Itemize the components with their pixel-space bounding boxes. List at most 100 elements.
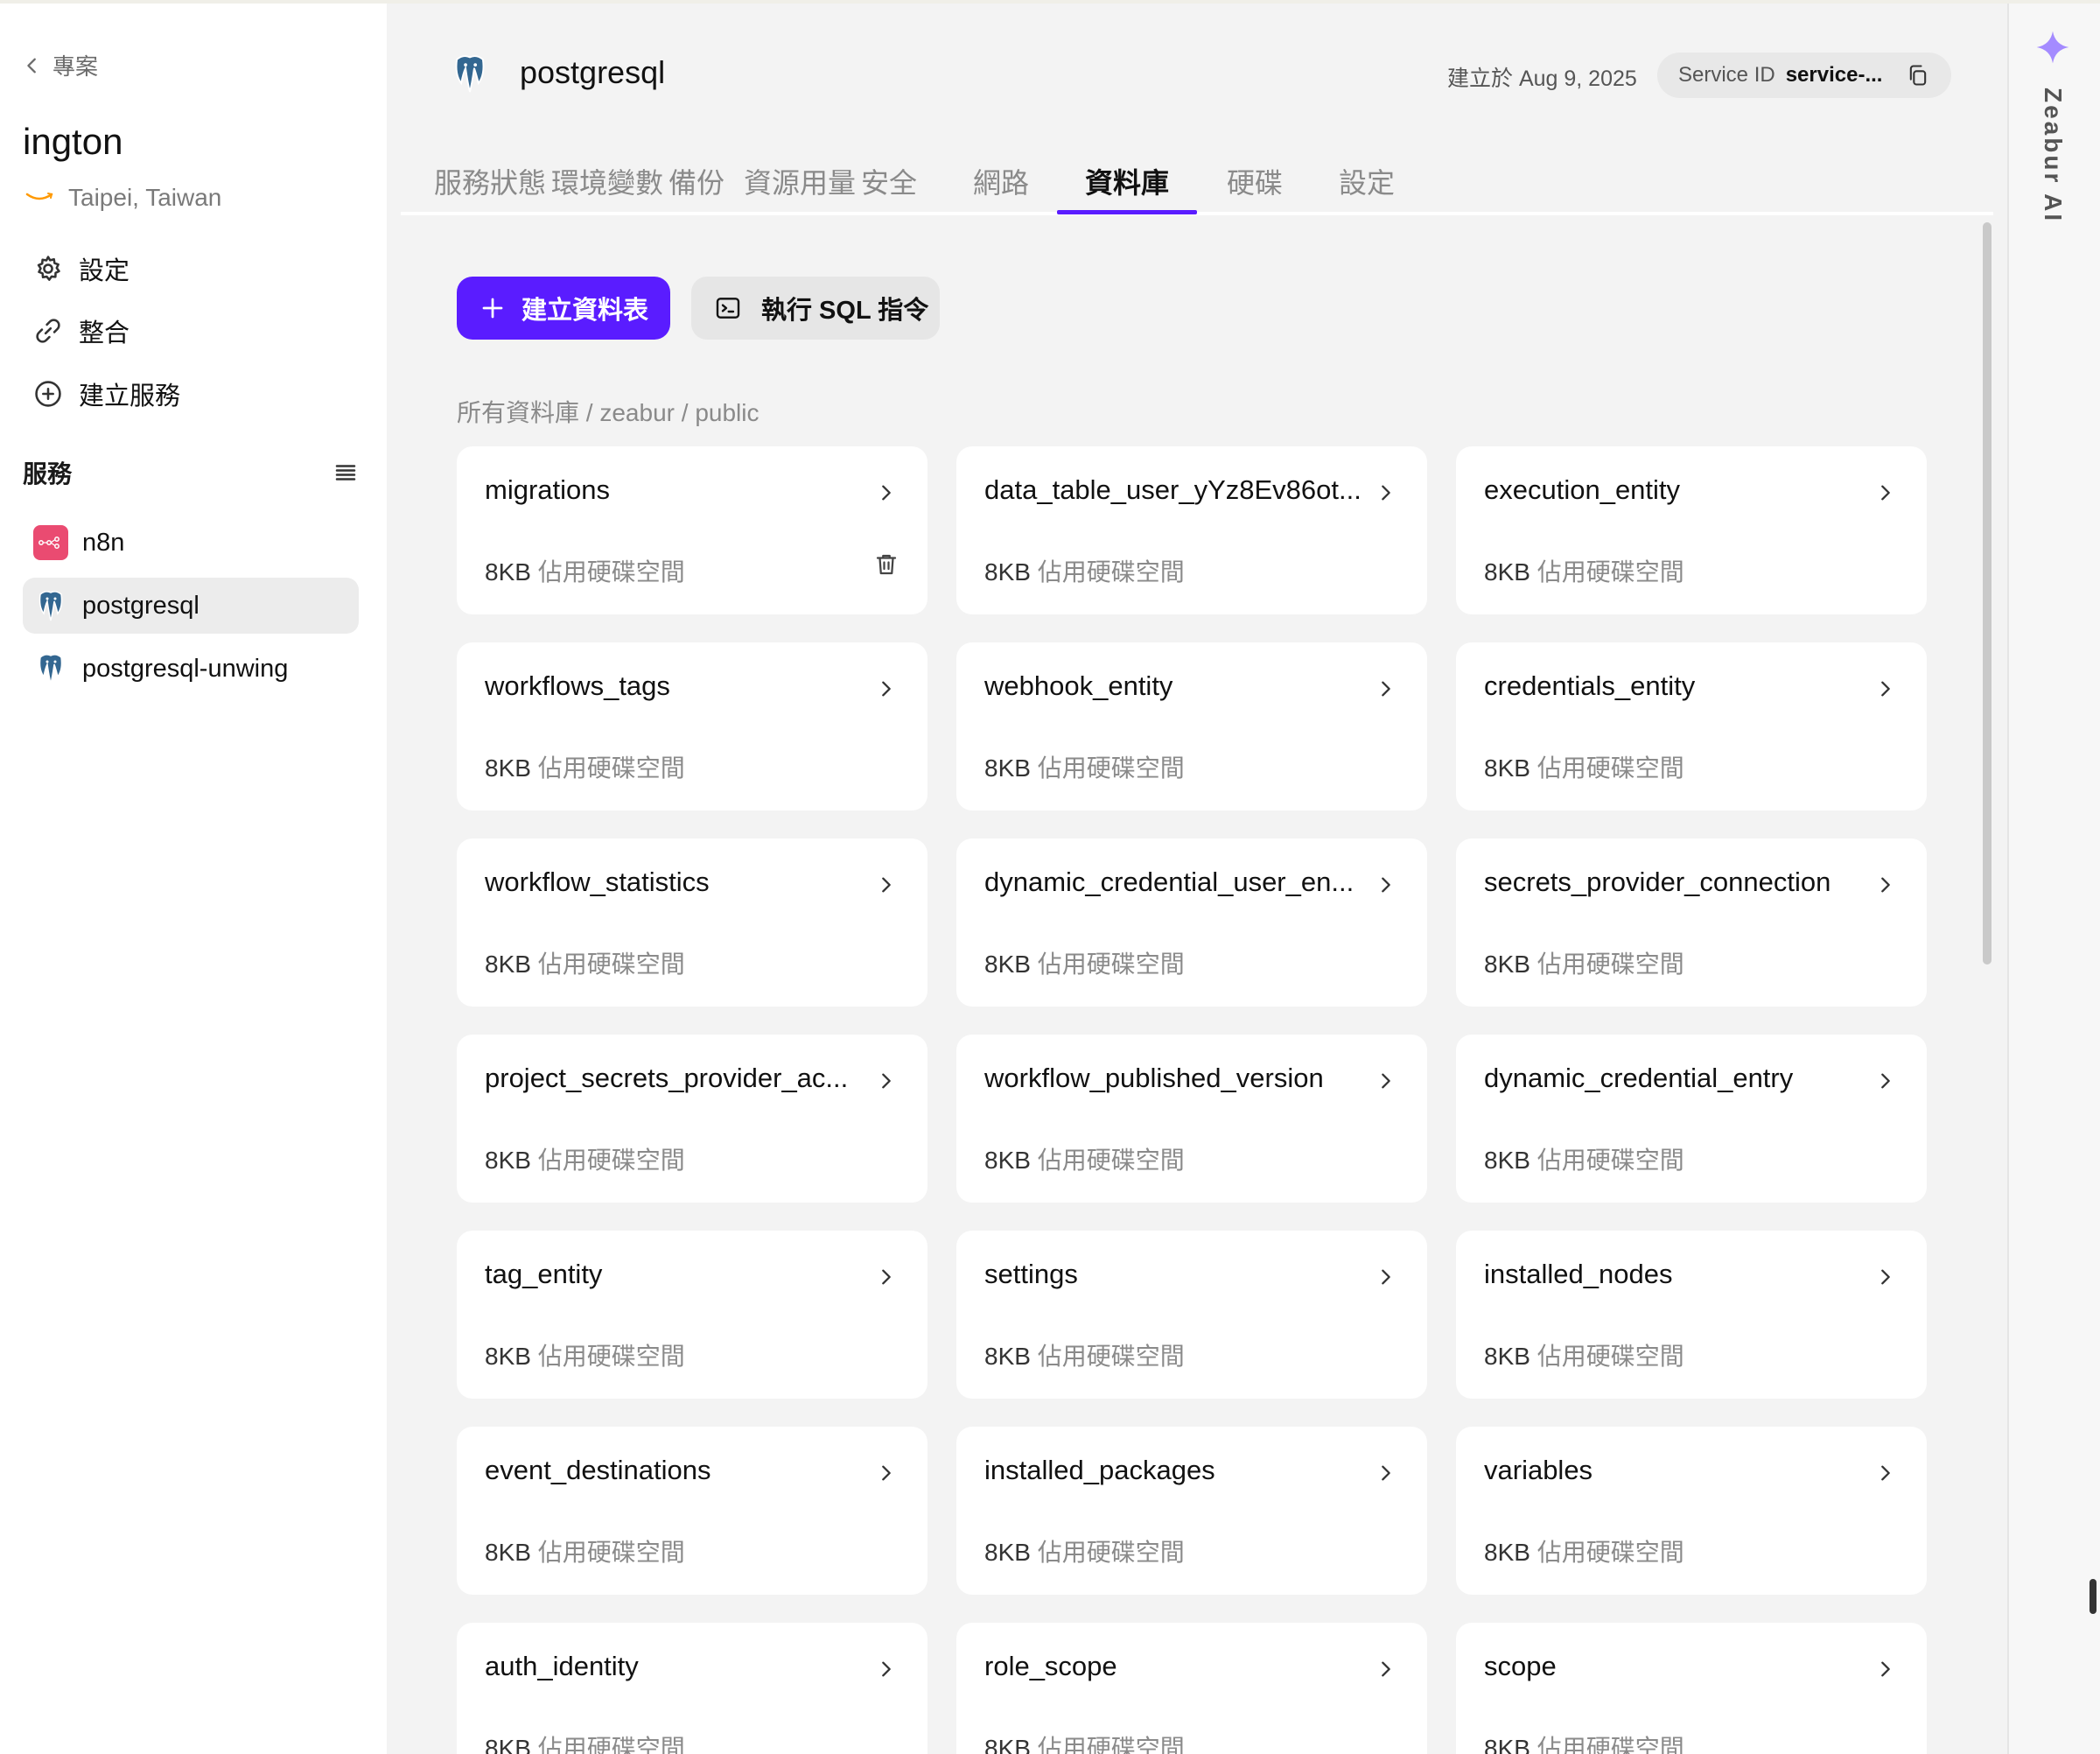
table-size-value: 8KB xyxy=(1484,1735,1530,1754)
table-name: scope xyxy=(1484,1651,1557,1681)
table-size-label: 佔用硬碟空間 xyxy=(1536,1735,1684,1754)
table-size-value: 8KB xyxy=(984,951,1031,978)
table-card[interactable]: auth_identity 8KB 佔用硬碟空間 xyxy=(457,1623,928,1754)
service-id-value: service-... xyxy=(1785,63,1883,87)
table-card[interactable]: variables 8KB 佔用硬碟空間 xyxy=(1456,1427,1927,1595)
chevron-right-icon xyxy=(1881,1073,1890,1089)
sidebar-item-label: 建立服務 xyxy=(79,382,181,410)
table-card[interactable]: credentials_entity 8KB 佔用硬碟空間 xyxy=(1456,642,1927,810)
tab-service-status[interactable]: 服務狀態 xyxy=(434,161,546,214)
table-card[interactable]: secrets_provider_connection 8KB 佔用硬碟空間 xyxy=(1456,838,1927,1007)
table-name: variables xyxy=(1484,1455,1593,1485)
table-size-value: 8KB xyxy=(984,558,1031,586)
table-size-label: 佔用硬碟空間 xyxy=(537,1147,685,1174)
table-size-label: 佔用硬碟空間 xyxy=(1536,558,1684,586)
table-card[interactable]: scope 8KB 佔用硬碟空間 xyxy=(1456,1623,1927,1754)
services-section-header: 服務 xyxy=(23,455,359,490)
table-size-label: 佔用硬碟空間 xyxy=(1536,754,1684,782)
table-name: data_table_user_yYz8Ev86ot... xyxy=(984,474,1362,505)
chevron-right-icon xyxy=(1881,681,1890,697)
table-card[interactable]: event_destinations 8KB 佔用硬碟空間 xyxy=(457,1427,928,1595)
tab-database[interactable]: 資料庫 xyxy=(1085,161,1169,214)
table-size-value: 8KB xyxy=(485,1735,531,1754)
table-disk-usage: 8KB 佔用硬碟空間 xyxy=(984,1533,1185,1568)
tab-security[interactable]: 安全 xyxy=(861,161,917,214)
table-card[interactable]: settings 8KB 佔用硬碟空間 xyxy=(956,1231,1427,1399)
sparkle-icon xyxy=(2036,31,2069,64)
table-card[interactable]: data_table_user_yYz8Ev86ot... 8KB 佔用硬碟空間 xyxy=(956,446,1427,614)
table-size-label: 佔用硬碟空間 xyxy=(537,754,685,782)
sidebar-item-label: 設定 xyxy=(79,257,130,285)
tab-disk[interactable]: 硬碟 xyxy=(1227,161,1283,214)
table-card[interactable]: workflow_published_version 8KB 佔用硬碟空間 xyxy=(956,1035,1427,1203)
table-name: execution_entity xyxy=(1484,474,1681,505)
tab-env-variables[interactable]: 環境變數 xyxy=(551,161,663,214)
table-card[interactable]: dynamic_credential_user_en... 8KB 佔用硬碟空間 xyxy=(956,838,1427,1007)
terminal-icon xyxy=(716,298,740,319)
sidebar-item-label: 整合 xyxy=(79,319,130,347)
table-name: dynamic_credential_entry xyxy=(1484,1063,1794,1093)
sidebar-service-postgresql[interactable]: postgresql xyxy=(23,578,359,634)
trash-icon[interactable] xyxy=(873,551,900,578)
table-card[interactable]: dynamic_credential_entry 8KB 佔用硬碟空間 xyxy=(1456,1035,1927,1203)
tab-network[interactable]: 網路 xyxy=(973,161,1029,214)
tab-backup[interactable]: 備份 xyxy=(668,161,724,214)
table-disk-usage: 8KB 佔用硬碟空間 xyxy=(1484,1729,1684,1754)
ai-rail-label: Zeabur AI xyxy=(2040,88,2067,224)
table-size-label: 佔用硬碟空間 xyxy=(537,1735,685,1754)
scrollbar[interactable] xyxy=(1983,222,1992,965)
table-card[interactable]: migrations 8KB 佔用硬碟空間 xyxy=(457,446,928,614)
table-card[interactable]: webhook_entity 8KB 佔用硬碟空間 xyxy=(956,642,1427,810)
table-card[interactable]: role_scope 8KB 佔用硬碟空間 xyxy=(956,1623,1427,1754)
breadcrumb-database[interactable]: zeabur xyxy=(599,399,675,426)
sidebar-service-postgresql-unwing[interactable]: postgresql-unwing xyxy=(23,641,359,697)
table-disk-usage: 8KB 佔用硬碟空間 xyxy=(485,1141,685,1176)
table-disk-usage: 8KB 佔用硬碟空間 xyxy=(984,1337,1185,1372)
chevron-right-icon xyxy=(1382,485,1390,501)
table-name: auth_identity xyxy=(485,1651,639,1681)
table-size-label: 佔用硬碟空間 xyxy=(1037,1343,1185,1370)
table-size-value: 8KB xyxy=(485,558,531,586)
link-icon xyxy=(36,319,60,343)
table-card[interactable]: installed_packages 8KB 佔用硬碟空間 xyxy=(956,1427,1427,1595)
table-size-value: 8KB xyxy=(485,1539,531,1566)
table-disk-usage: 8KB 佔用硬碟空間 xyxy=(1484,945,1684,980)
plus-icon xyxy=(482,298,503,319)
table-size-label: 佔用硬碟空間 xyxy=(537,1539,685,1566)
breadcrumb-all-databases[interactable]: 所有資料庫 xyxy=(457,399,579,426)
ai-rail[interactable]: Zeabur AI xyxy=(2007,4,2100,1754)
run-sql-label: 執行 SQL 指令 xyxy=(761,297,929,325)
active-tab-indicator xyxy=(1057,210,1197,214)
sidebar-service-n8n[interactable]: n8n xyxy=(23,515,359,571)
table-card[interactable]: project_secrets_provider_ac... 8KB 佔用硬碟空間 xyxy=(457,1035,928,1203)
service-title: postgresql xyxy=(520,54,666,90)
table-size-label: 佔用硬碟空間 xyxy=(1037,558,1185,586)
service-id-copy-pill[interactable]: Service ID service-... xyxy=(1657,53,1951,98)
sidebar-item-settings[interactable]: 設定 xyxy=(23,242,373,295)
table-size-label: 佔用硬碟空間 xyxy=(1037,951,1185,978)
breadcrumb-schema[interactable]: public xyxy=(695,399,759,426)
aws-logo-icon xyxy=(25,193,53,200)
table-card[interactable]: tag_entity 8KB 佔用硬碟空間 xyxy=(457,1231,928,1399)
table-size-value: 8KB xyxy=(485,1343,531,1370)
rail-scroll-knob[interactable] xyxy=(2090,1579,2096,1614)
table-card[interactable]: execution_entity 8KB 佔用硬碟空間 xyxy=(1456,446,1927,614)
back-to-projects-link[interactable]: 專案 xyxy=(23,49,98,81)
list-menu-icon[interactable] xyxy=(332,460,359,486)
main-panel: postgresql 建立於 Aug 9, 2025 Service ID se… xyxy=(387,4,2007,1754)
chevron-right-icon xyxy=(882,1465,891,1481)
create-table-button[interactable]: 建立資料表 xyxy=(457,277,670,340)
table-size-label: 佔用硬碟空間 xyxy=(1037,1147,1185,1174)
table-card[interactable]: workflows_tags 8KB 佔用硬碟空間 xyxy=(457,642,928,810)
table-card[interactable]: installed_nodes 8KB 佔用硬碟空間 xyxy=(1456,1231,1927,1399)
table-name: tag_entity xyxy=(485,1259,603,1289)
sidebar-item-integrations[interactable]: 整合 xyxy=(23,305,373,357)
table-disk-usage: 8KB 佔用硬碟空間 xyxy=(984,945,1185,980)
table-card[interactable]: workflow_statistics 8KB 佔用硬碟空間 xyxy=(457,838,928,1007)
tab-resource-usage[interactable]: 資源用量 xyxy=(744,161,856,214)
sidebar: 專案 ington Taipei, Taiwan 設定 整合 建立服務 服務 n… xyxy=(0,4,387,1754)
run-sql-button[interactable]: 執行 SQL 指令 xyxy=(691,277,940,340)
tab-settings[interactable]: 設定 xyxy=(1339,161,1395,214)
sidebar-item-create-service[interactable]: 建立服務 xyxy=(23,368,373,420)
table-disk-usage: 8KB 佔用硬碟空間 xyxy=(485,553,685,588)
